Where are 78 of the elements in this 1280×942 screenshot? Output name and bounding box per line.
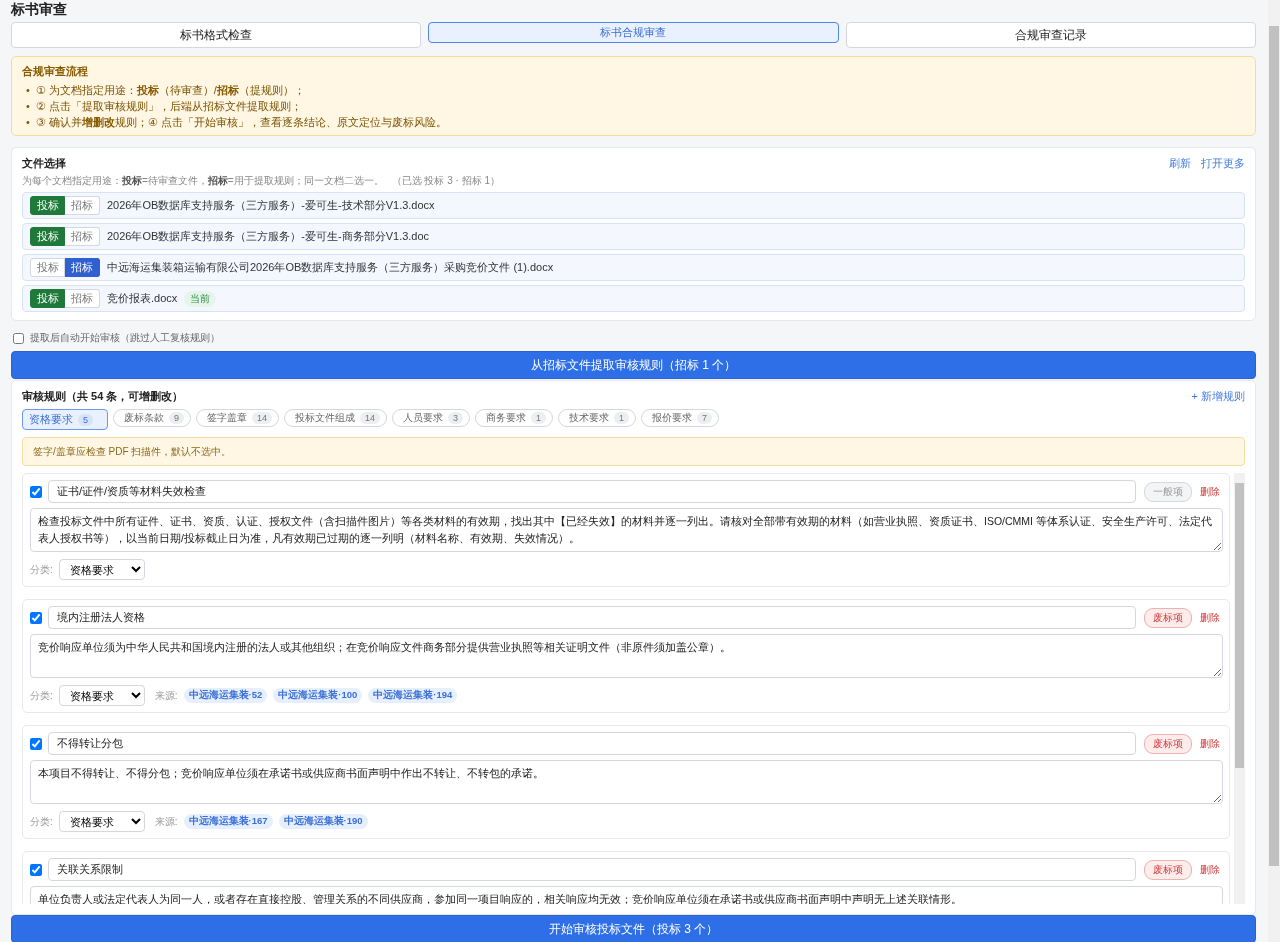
- process-step: ③ 确认并增删改规则；④ 点击「开始审核」，查看逐条结论、原文定位与废标风险。: [35, 114, 447, 130]
- category-tab[interactable]: 报价要求 7: [641, 409, 720, 427]
- role-toggle[interactable]: 招标: [65, 227, 100, 246]
- category-tab[interactable]: 人员要求 3: [392, 409, 471, 427]
- file-action-link[interactable]: 打开更多: [1201, 155, 1245, 171]
- file-name: 2026年OB数据库支持服务（三方服务）-爱可生-技术部分V1.3.docx: [107, 198, 435, 213]
- delete-link[interactable]: 删除: [1200, 610, 1220, 625]
- source-tag[interactable]: 中远海运集装·194: [368, 688, 458, 703]
- category-select[interactable]: 资格要求: [58, 559, 145, 580]
- role-toggle[interactable]: 投标: [30, 258, 65, 277]
- auto-start-checkbox[interactable]: [13, 332, 24, 344]
- role-toggle[interactable]: 投标: [30, 196, 65, 215]
- source-label: 来源:: [154, 688, 178, 703]
- category-select[interactable]: 资格要求: [58, 685, 145, 706]
- role-toggle[interactable]: 招标: [65, 196, 100, 215]
- severity-tag: 废标项: [1144, 859, 1192, 880]
- file-name: 2026年OB数据库支持服务（三方服务）-爱可生-商务部分V1.3.doc: [107, 229, 430, 244]
- severity-tag: 废标项: [1144, 607, 1192, 628]
- source-tag[interactable]: 中远海运集装·190: [278, 814, 368, 829]
- rule-checkbox[interactable]: [30, 485, 42, 498]
- scrollbar[interactable]: [1234, 473, 1245, 904]
- rule-checkbox[interactable]: [30, 737, 42, 750]
- bullet-marker: •: [26, 83, 30, 98]
- category-tab[interactable]: 废标条款 9: [113, 409, 191, 427]
- rule-checkbox[interactable]: [30, 611, 42, 624]
- delete-link[interactable]: 删除: [1200, 862, 1220, 877]
- rule-description-field[interactable]: 单位负责人或法定代表人为同一人，或者存在直接控股、管理关系的不同供应商，参加同一项目响应的，相关响应均无效；竞价响应单位须在承诺书或供应商书面声明中声明无上述关联情形。: [30, 886, 1223, 904]
- file-section-title: 文件选择: [22, 155, 66, 171]
- rule-title-field[interactable]: 关联关系限制: [48, 858, 1136, 881]
- page-scrollbar[interactable]: [1268, 0, 1280, 942]
- delete-link[interactable]: 删除: [1200, 484, 1220, 499]
- role-toggle[interactable]: 投标: [30, 227, 65, 246]
- rule-description-field[interactable]: 检查投标文件中所有证件、证书、资质、认证、授权文件（含扫描件图片）等各类材料的有效期，找出其中【已经失效】的材料并逐一列出。请核对全部带有效期的材料（如营业执照、资质证书、ISO/CMMI 等体系认证、安全生产许可、法定代表人授权书等），以当前日期/投标截止日为准，凡有效期已过期的逐一列明（材料名称、有效期、失效情况）。: [30, 508, 1223, 552]
- role-toggle[interactable]: 招标: [65, 258, 100, 277]
- rule-title-field[interactable]: 不得转让分包: [48, 732, 1136, 755]
- category-tab[interactable]: 签字盖章 14: [196, 409, 280, 427]
- add-rule-link[interactable]: + 新增规则: [1191, 388, 1245, 404]
- process-step: ② 点击「提取审核规则」，后端从招标文件提取规则；: [35, 98, 302, 114]
- category-label: 分类:: [30, 562, 53, 577]
- source-tag[interactable]: 中远海运集装·100: [273, 688, 363, 703]
- file-name: 竞价报表.docx: [107, 291, 178, 306]
- file-name: 中远海运集装箱运输有限公司2026年OB数据库支持服务（三方服务）采购竞价文件 (1).docx: [107, 260, 554, 275]
- rule-title-field[interactable]: 境内注册法人资格: [48, 606, 1136, 629]
- current-badge: 当前: [184, 290, 217, 307]
- tab[interactable]: 合规审查记录: [845, 22, 1256, 48]
- bullet-marker: •: [26, 115, 30, 130]
- source-tag[interactable]: 中远海运集装·52: [183, 688, 268, 703]
- tab[interactable]: 标书合规审查: [428, 22, 839, 43]
- category-tab[interactable]: 资格要求 5: [22, 409, 108, 430]
- category-select[interactable]: 资格要求: [58, 811, 145, 832]
- tab[interactable]: 标书格式检查: [11, 22, 422, 48]
- rule-checkbox[interactable]: [30, 863, 42, 876]
- notice-banner: 签字/盖章应检查 PDF 扫描件，默认不选中。: [22, 437, 1245, 466]
- start-review-button[interactable]: 开始审核投标文件（投标 3 个）: [11, 915, 1256, 942]
- process-step: ① 为文档指定用途：投标（待审查）/招标（提规则）；: [35, 82, 305, 98]
- role-toggle[interactable]: 投标: [30, 289, 65, 308]
- source-label: 来源:: [154, 814, 178, 829]
- rule-description-field[interactable]: 竞价响应单位须为中华人民共和国境内注册的法人或其他组织；在竞价响应文件商务部分提供营业执照等相关证明文件（非原件须加盖公章）。: [30, 634, 1223, 678]
- process-title: 合规审查流程: [22, 64, 89, 79]
- rules-title: 审核规则（共 54 条，可增删改）: [22, 388, 184, 404]
- category-label: 分类:: [30, 688, 53, 703]
- role-toggle[interactable]: 招标: [65, 289, 100, 308]
- rule-description-field[interactable]: 本项目不得转让、不得分包；竞价响应单位须在承诺书或供应商书面声明中作出不转让、不转包的承诺。: [30, 760, 1223, 804]
- file-hint: 为每个文档指定用途：投标=待审查文件，招标=用于提取规则；同一文档二选一。: [22, 174, 384, 188]
- rule-title-field[interactable]: 证书/证件/资质等材料失效检查: [48, 480, 1136, 503]
- auto-start-label: 提取后自动开始审核（跳过人工复核规则）: [30, 331, 220, 345]
- source-tag[interactable]: 中远海运集装·167: [183, 814, 273, 829]
- delete-link[interactable]: 删除: [1200, 736, 1220, 751]
- category-tab[interactable]: 技术要求 1: [558, 409, 637, 427]
- selection-summary: （已选 投标 3 · 招标 1）: [391, 174, 501, 188]
- file-action-link[interactable]: 刷新: [1169, 155, 1191, 171]
- bullet-marker: •: [26, 99, 30, 114]
- category-tab[interactable]: 投标文件组成 14: [284, 409, 388, 427]
- category-tab[interactable]: 商务要求 1: [475, 409, 554, 427]
- severity-tag: 废标项: [1144, 733, 1192, 754]
- extract-rules-button[interactable]: 从招标文件提取审核规则（招标 1 个）: [11, 351, 1256, 379]
- page-title: 标书审查: [11, 1, 68, 18]
- category-label: 分类:: [30, 814, 53, 829]
